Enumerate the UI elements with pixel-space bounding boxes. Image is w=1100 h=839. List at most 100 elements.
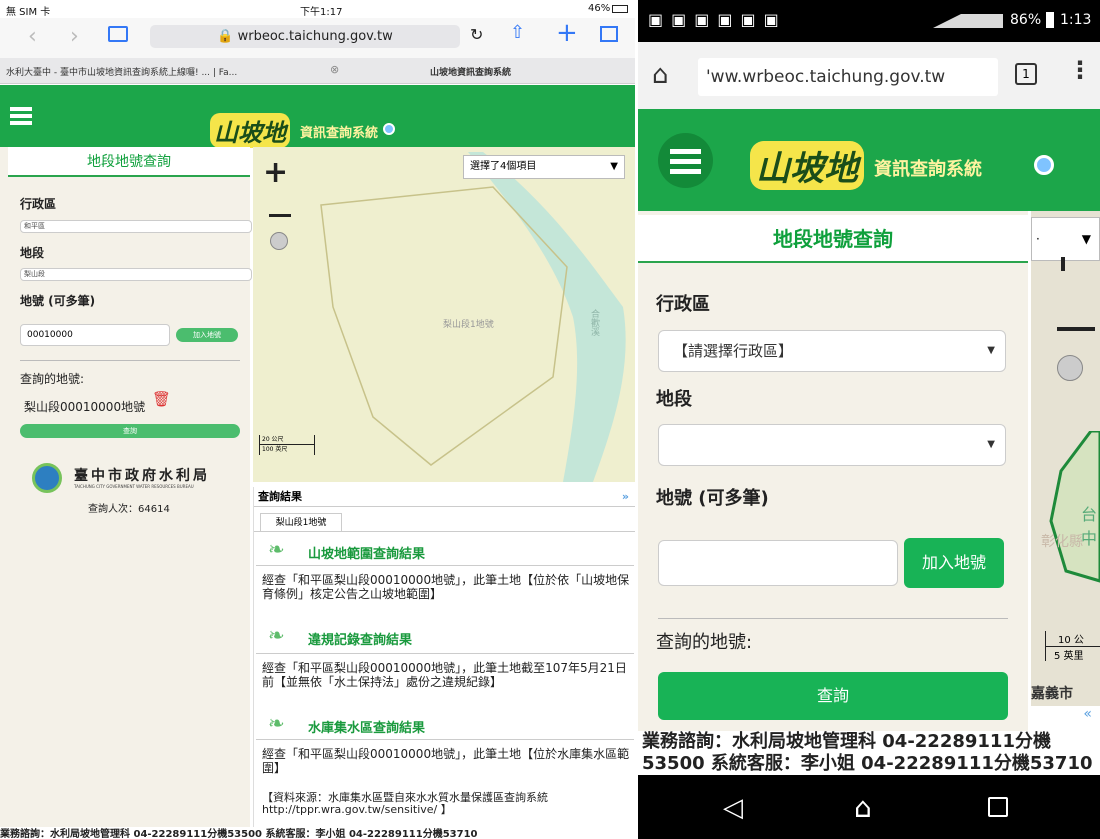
battery-percent: 46%: [588, 3, 611, 14]
status-bar: 無 SIM 卡 下午1:17 46%: [0, 0, 635, 18]
district-label: 行政區: [656, 294, 710, 315]
nav-recents-icon[interactable]: [988, 797, 1008, 817]
result-text-3: 經查「和平區梨山段00010000地號」，此筆土地【位於水庫集水區範圍】: [262, 747, 630, 775]
dropdown-arrow-icon: ▼: [987, 439, 995, 450]
layer-select-value: 選擇了4個項目: [470, 161, 537, 172]
scale-bar: 10 公 5 英里: [1045, 631, 1100, 662]
layer-select[interactable]: · ▼: [1031, 217, 1100, 261]
panel-title: 地段地號查詢: [8, 147, 250, 177]
tab-facebook[interactable]: 水利大臺中 - 臺中市山坡地資訊查詢系統上線囉! ... | Fa...: [6, 65, 306, 78]
android-nav-bar: ◁ ⌂: [638, 775, 1100, 839]
dropdown-arrow-icon: ▼: [1081, 232, 1091, 246]
lotno-input[interactable]: [658, 540, 898, 586]
notification-icons: ▣▣▣▣▣▣: [648, 10, 787, 29]
tabs-icon[interactable]: [600, 26, 618, 42]
zoom-out-button[interactable]: [269, 214, 291, 217]
results-header-label: 查詢結果: [258, 490, 302, 503]
bookmarks-icon[interactable]: [108, 26, 128, 42]
tab-close-icon[interactable]: ⊗: [330, 63, 339, 76]
tab-active[interactable]: 山坡地資訊查詢系統: [430, 65, 511, 78]
magnifier-logo-icon: [1034, 155, 1054, 175]
map-canvas: [320, 152, 626, 482]
chrome-toolbar: ⌂ 'ww.wrbeoc.taichung.gov.tw 1 ⋮: [638, 42, 1100, 109]
queried-item: 梨山段00010000地號: [24, 400, 146, 414]
layer-select[interactable]: 選擇了4個項目 ▼: [463, 155, 625, 179]
zoom-out-button[interactable]: [1057, 327, 1095, 331]
panel-title: 地段地號查詢: [638, 215, 1028, 263]
hamburger-menu-icon[interactable]: [10, 107, 32, 111]
result-text-2: 經查「和平區梨山段00010000地號」，此筆土地截至107年5月21日前【並無…: [262, 661, 627, 689]
scale-bar: 20 公尺 100 英尺: [259, 435, 315, 455]
back-icon[interactable]: ‹: [28, 24, 37, 49]
ipad-screen: 無 SIM 卡 下午1:17 46% ‹ › ↻ ⇧ + 🔒 wrbeoc.ta…: [0, 0, 635, 839]
magnifier-logo-icon: [383, 123, 395, 135]
query-button[interactable]: 查詢: [658, 672, 1008, 720]
queried-label: 查詢的地號:: [20, 372, 85, 386]
district-select[interactable]: 和平區: [20, 220, 252, 233]
divider: [658, 618, 1008, 619]
dropdown-arrow-icon: ▼: [610, 161, 618, 172]
new-tab-icon[interactable]: +: [556, 18, 578, 48]
result-divider-2: [256, 653, 634, 654]
add-lotno-button[interactable]: 加入地號: [176, 328, 238, 342]
section-select[interactable]: ▼: [658, 424, 1006, 466]
android-screen: ▣▣▣▣▣▣ 86% 1:13 ⌂ 'ww.wrbeoc.taichung.go…: [638, 0, 1100, 839]
section-select[interactable]: 梨山段: [20, 268, 252, 281]
lotno-label: 地號 (可多筆): [656, 488, 769, 509]
collapse-icon[interactable]: »: [622, 487, 629, 507]
forward-icon[interactable]: ›: [70, 24, 79, 49]
scale-meters: 20 公尺: [260, 435, 314, 445]
add-lotno-button[interactable]: 加入地號: [904, 538, 1004, 588]
lotno-input[interactable]: 00010000: [20, 324, 170, 346]
page-footer: 業務諮詢：水利局坡地管理科 04-22289111分機53500 系統客服：李小…: [638, 731, 1100, 775]
trash-icon[interactable]: 🗑: [152, 390, 171, 408]
nav-home-icon[interactable]: ⌂: [854, 791, 872, 824]
section-label: 地段: [20, 246, 45, 260]
district-select[interactable]: 【請選擇行政區】 ▼: [658, 330, 1006, 372]
expand-results-icon[interactable]: «: [1031, 706, 1100, 731]
leaf-icon: ❧: [268, 711, 285, 735]
zoom-in-button[interactable]: +: [263, 155, 288, 190]
compass-icon[interactable]: [1057, 355, 1083, 381]
site-subtitle: 資訊查詢系統: [300, 126, 379, 141]
compass-icon[interactable]: [270, 232, 288, 250]
result-text-1: 經查「和平區梨山段00010000地號」，此筆土地【位於依「山坡地保育條例」核定…: [262, 573, 630, 601]
reload-icon[interactable]: ↻: [470, 25, 483, 44]
map-view[interactable]: + 選擇了4個項目 ▼ 梨山段1地號 合歡溪 20 公尺 100 英尺: [253, 147, 635, 482]
data-source: 【資料來源：水庫集水區暨自來水水質水量保護區查詢系統 http://tppr.w…: [262, 791, 548, 816]
page-footer: 業務諮詢：水利局坡地管理科 04-22289111分機53500 系統客服：李小…: [0, 829, 478, 839]
section-label: 地段: [656, 389, 692, 410]
result-divider-1: [256, 565, 634, 566]
org-eng: TAICHUNG CITY GOVERNMENT WATER RESOURCES…: [74, 484, 194, 489]
battery-icon: [1046, 12, 1054, 28]
map-view[interactable]: · ▼ 台中 彰化縣 10 公 5 英里 嘉義市 «: [1031, 211, 1100, 731]
map-place-chiayi: 嘉義市: [1031, 686, 1073, 702]
queried-label: 查詢的地號:: [656, 632, 753, 653]
dropdown-arrow-icon: ▼: [987, 345, 995, 356]
home-icon[interactable]: ⌂: [652, 60, 669, 90]
site-logo: 山坡地: [750, 141, 864, 190]
result-tab[interactable]: 梨山段1地號: [260, 513, 342, 531]
map-place-taichung: 台中: [1081, 505, 1098, 548]
tab-underline: [254, 531, 635, 532]
tab-strip: 水利大臺中 - 臺中市山坡地資訊查詢系統上線囉! ... | Fa... ⊗ 山…: [0, 58, 635, 84]
clock: 1:13: [1060, 12, 1092, 28]
zoom-in-button[interactable]: [1061, 257, 1065, 271]
tab-count[interactable]: 1: [1015, 63, 1037, 85]
hamburger-menu-icon: [670, 149, 701, 154]
url-bar[interactable]: 'ww.wrbeoc.taichung.gov.tw: [698, 58, 998, 96]
divider: [20, 360, 240, 361]
lotno-label: 地號 (可多筆): [20, 294, 96, 308]
battery-icon: [612, 5, 628, 13]
nav-back-icon[interactable]: ◁: [723, 793, 743, 823]
site-banner: 山坡地 資訊查詢系統: [0, 85, 635, 148]
query-button[interactable]: 查詢: [20, 424, 240, 438]
site-logo: 山坡地: [210, 113, 290, 148]
result-title-2: 違規記錄查詢結果: [308, 633, 413, 648]
share-icon[interactable]: ⇧: [510, 22, 525, 43]
menu-button[interactable]: [658, 133, 713, 188]
url-bar[interactable]: 🔒 wrbeoc.taichung.gov.tw: [150, 25, 460, 48]
leaf-icon: ❧: [268, 537, 285, 561]
menu-dots-icon[interactable]: ⋮: [1068, 56, 1092, 84]
carrier-label: 無 SIM 卡: [6, 7, 51, 18]
